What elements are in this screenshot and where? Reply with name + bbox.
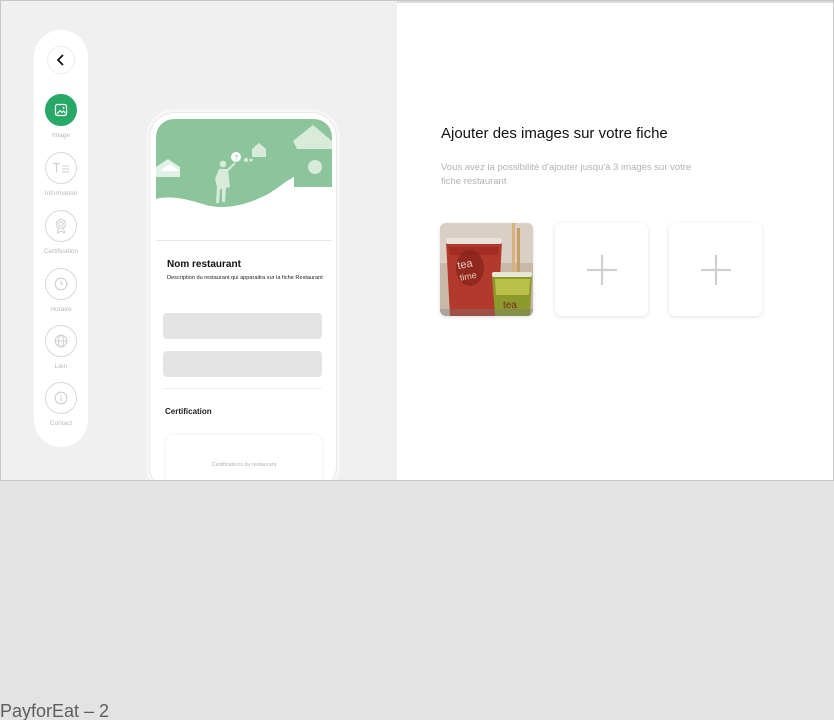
text-icon (45, 152, 77, 184)
certification-placeholder: Certifications du restaurant (211, 462, 277, 468)
back-button[interactable] (47, 46, 75, 74)
badge-icon (45, 210, 77, 242)
photo-slot-1[interactable]: tea time tea (440, 223, 533, 316)
sidebar-item-lien[interactable]: Lien (34, 325, 88, 370)
photo-slot-3[interactable] (669, 223, 762, 316)
plus-icon (700, 254, 731, 285)
phone-preview: ? Nom restaurant Description du restaura… (149, 112, 337, 480)
image-icon (45, 94, 77, 126)
section-divider (163, 388, 322, 389)
sidebar-item-label: Certification (43, 248, 79, 255)
placeholder-bar (163, 351, 322, 377)
certification-box: Certifications du restaurant (166, 435, 322, 480)
plus-icon (586, 254, 617, 285)
clock-icon (45, 268, 77, 300)
placeholder-bar (163, 313, 322, 339)
page-subtitle: Vous avez la possibilité d'ajouter jusqu… (441, 162, 692, 187)
certification-title: Certification (165, 407, 212, 416)
sidebar-nav: Image Information Certification Horaire (34, 30, 88, 447)
editor-pane: Ajouter des images sur votre fiche Vous … (397, 3, 833, 480)
artboard-caption: PayforEat – 2 (0, 701, 110, 720)
sidebar-item-label: Lien (54, 363, 68, 370)
restaurant-description: Description du restaurant qui apparaitra… (167, 275, 323, 281)
page-title: Ajouter des images sur votre fiche (441, 125, 668, 142)
sidebar-item-label: Information (44, 190, 78, 197)
sidebar-item-label: Contact (49, 420, 73, 427)
hero-illustration: ? (156, 119, 332, 243)
sidebar-item-label: Image (51, 132, 71, 139)
artboard-frame: Image Information Certification Horaire (0, 0, 834, 481)
sidebar-item-image[interactable]: Image (34, 94, 88, 139)
photo-slot-2[interactable] (555, 223, 648, 316)
globe-icon (45, 325, 77, 357)
preview-pane: Image Information Certification Horaire (1, 1, 397, 480)
svg-text:?: ? (234, 155, 238, 162)
photo-thumbnail: tea time tea (440, 223, 533, 316)
sidebar-item-contact[interactable]: Contact (34, 382, 88, 427)
sidebar-item-horaire[interactable]: Horaire (34, 268, 88, 313)
sidebar-item-information[interactable]: Information (34, 152, 88, 197)
sidebar-item-label: Horaire (50, 306, 72, 313)
hero-divider (156, 240, 332, 241)
info-icon (45, 382, 77, 414)
sidebar-item-certification[interactable]: Certification (34, 210, 88, 255)
restaurant-name: Nom restaurant (167, 259, 241, 270)
chevron-left-icon (56, 54, 64, 66)
